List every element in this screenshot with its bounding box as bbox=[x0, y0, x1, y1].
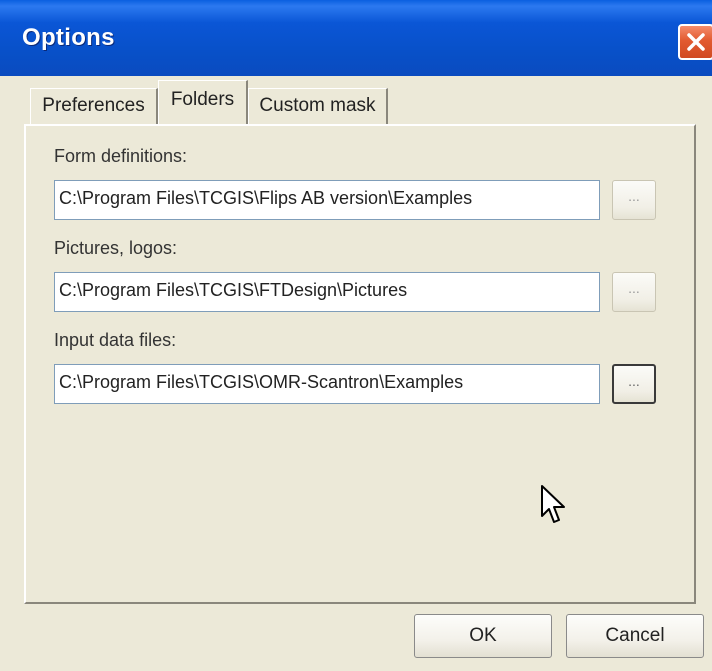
ok-button[interactable]: OK bbox=[414, 614, 552, 658]
tab-preferences[interactable]: Preferences bbox=[30, 88, 158, 124]
form-definitions-browse-button[interactable]: ... bbox=[612, 180, 656, 220]
input-data-files-browse-button[interactable]: ... bbox=[612, 364, 656, 404]
dialog-bottom-edge bbox=[0, 660, 712, 671]
pictures-logos-label: Pictures, logos: bbox=[54, 238, 178, 258]
pictures-logos-input[interactable]: C:\Program Files\TCGIS\FTDesign\Pictures bbox=[54, 272, 600, 312]
tab-custom-mask[interactable]: Custom mask bbox=[248, 88, 388, 124]
form-definitions-input[interactable]: C:\Program Files\TCGIS\Flips AB version\… bbox=[54, 180, 600, 220]
options-dialog: Options Preferences Folders Custom mask … bbox=[0, 0, 712, 671]
window-title: Options bbox=[22, 24, 115, 51]
close-icon bbox=[687, 33, 705, 51]
tab-folders[interactable]: Folders bbox=[158, 80, 248, 124]
input-data-files-label: Input data files: bbox=[54, 330, 177, 350]
folders-tab-panel: Form definitions: C:\Program Files\TCGIS… bbox=[24, 124, 696, 604]
input-data-files-input[interactable]: C:\Program Files\TCGIS\OMR-Scantron\Exam… bbox=[54, 364, 600, 404]
pictures-logos-browse-button[interactable]: ... bbox=[612, 272, 656, 312]
title-bar[interactable]: Options bbox=[0, 0, 712, 76]
form-definitions-label: Form definitions: bbox=[54, 146, 188, 166]
mouse-pointer-icon bbox=[541, 485, 565, 523]
cancel-button[interactable]: Cancel bbox=[566, 614, 704, 658]
close-button[interactable] bbox=[678, 24, 712, 60]
